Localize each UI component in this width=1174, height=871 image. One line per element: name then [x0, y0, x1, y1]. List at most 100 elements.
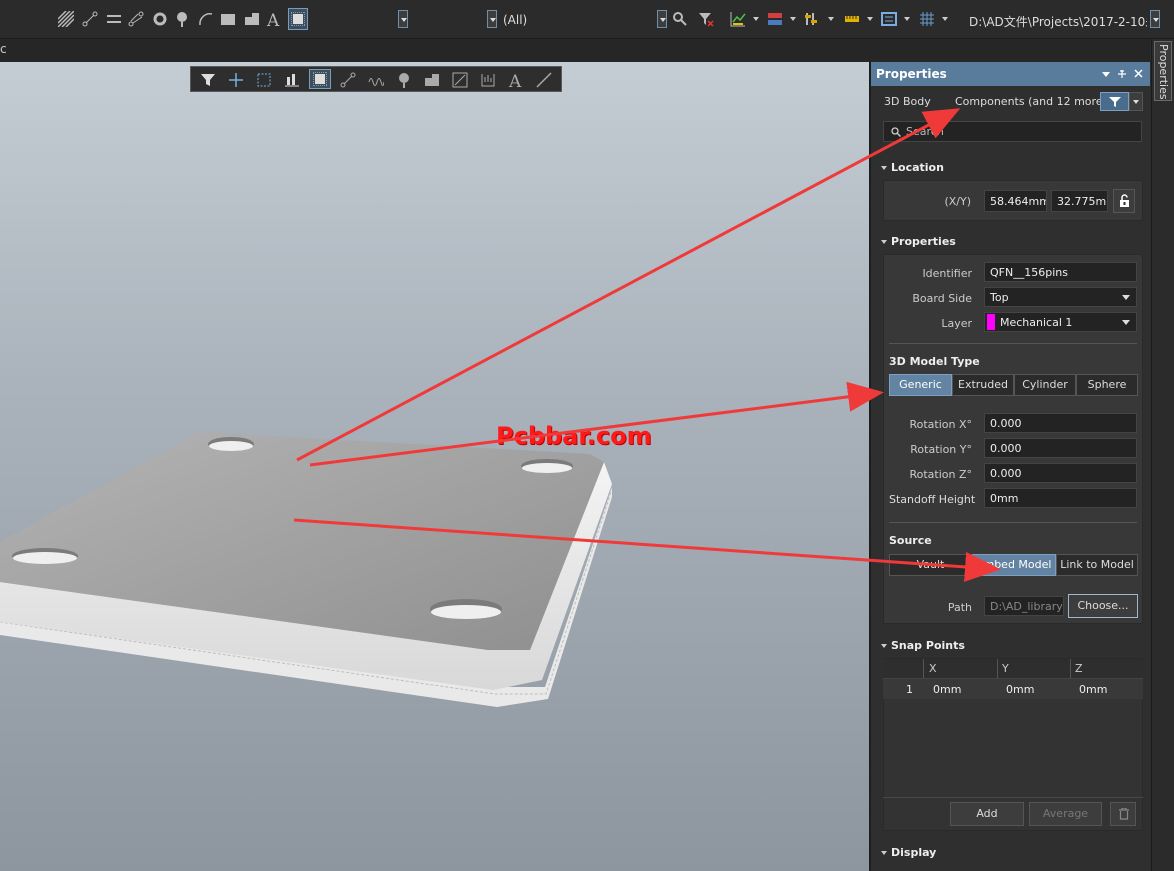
model-type-sphere[interactable]: Sphere [1076, 374, 1138, 396]
measure-icon[interactable] [844, 11, 860, 27]
measure-caret[interactable] [867, 17, 873, 21]
grid-caret[interactable] [942, 17, 948, 21]
properties-section-header[interactable]: Properties [881, 235, 956, 248]
diff-pair-icon[interactable] [128, 11, 144, 27]
filter-dropdown[interactable] [487, 10, 497, 28]
table-row[interactable]: 1 0mm 0mm 0mm [883, 679, 1143, 699]
model-type-header: 3D Model Type [889, 355, 980, 368]
clear-filter-icon[interactable] [698, 11, 714, 27]
text-icon[interactable]: A [266, 11, 282, 27]
select-rect-icon[interactable] [256, 72, 272, 88]
search-input[interactable]: Search [883, 121, 1142, 142]
row-index: 1 [906, 683, 913, 696]
grid-icon[interactable] [919, 11, 935, 27]
object-kind-label: 3D Body [884, 95, 931, 108]
column-z: Z [1075, 662, 1083, 675]
component-tool-button[interactable] [309, 69, 331, 89]
rotation-z-label: Rotation Z° [909, 468, 972, 481]
line-icon[interactable] [536, 72, 552, 88]
identifier-label: Identifier [922, 267, 972, 280]
lock-button[interactable] [1113, 189, 1135, 213]
path-label: Path [947, 601, 972, 614]
chart-caret[interactable] [753, 17, 759, 21]
polygon-icon[interactable] [424, 72, 440, 88]
fill-icon[interactable] [220, 11, 236, 27]
place-caret[interactable] [790, 17, 796, 21]
model-type-extruded[interactable]: Extruded [952, 374, 1014, 396]
bus-icon[interactable] [106, 11, 122, 27]
identifier-input[interactable]: QFN__156pins [984, 262, 1137, 282]
route-icon[interactable] [82, 11, 98, 27]
dimension-icon[interactable] [480, 72, 496, 88]
path-dropdown[interactable] [1150, 10, 1160, 28]
row-x: 0mm [933, 683, 962, 696]
properties-header-text: Properties [891, 235, 956, 248]
trash-icon [1119, 808, 1129, 820]
room-icon[interactable] [881, 11, 897, 27]
polygon-icon[interactable] [244, 11, 260, 27]
pin-icon[interactable] [1117, 69, 1127, 79]
align-icon[interactable] [804, 11, 820, 27]
filter-icon [1109, 97, 1121, 107]
model-type-cylinder[interactable]: Cylinder [1014, 374, 1076, 396]
top-toolbar: A (All) D:\AD文件\Projects\2017-2-10未 [0, 0, 1174, 39]
side-panel-tabs: Properties [1151, 39, 1174, 871]
arc-icon[interactable] [198, 11, 214, 27]
align-caret[interactable] [828, 17, 834, 21]
source-header: Source [889, 534, 932, 547]
board-side-value: Top [990, 291, 1009, 304]
snap-points-header-row: X Y Z [883, 659, 1143, 679]
location-x-input[interactable]: 58.464mm [984, 190, 1047, 212]
rotation-y-input[interactable]: 0.000 [984, 438, 1137, 458]
display-section-header[interactable]: Display [881, 846, 936, 859]
crosshair-icon[interactable] [228, 72, 244, 88]
location-section-header[interactable]: Location [881, 161, 944, 174]
source-embed-model[interactable]: Embed Model [972, 554, 1056, 576]
standoff-input[interactable]: 0mm [984, 488, 1137, 508]
layer-dropdown[interactable] [398, 10, 408, 28]
panel-menu-icon[interactable] [1102, 70, 1110, 78]
via-icon[interactable] [396, 72, 412, 88]
location-header-text: Location [891, 161, 944, 174]
filter-button[interactable] [1100, 92, 1129, 111]
model-path-input[interactable]: D:\AD_library\ [984, 596, 1064, 616]
delete-button[interactable] [1110, 802, 1136, 826]
rotation-z-input[interactable]: 0.000 [984, 463, 1137, 483]
route-icon[interactable] [340, 72, 356, 88]
tune-length-icon[interactable] [368, 72, 384, 88]
board-side-select[interactable]: Top [984, 287, 1137, 307]
choose-button[interactable]: Choose... [1068, 594, 1138, 618]
layer-select[interactable]: Mechanical 1 [984, 312, 1137, 332]
align-bottom-icon[interactable] [284, 72, 300, 88]
unlock-icon [1120, 194, 1129, 207]
region-icon[interactable] [452, 72, 468, 88]
filter-icon[interactable] [200, 72, 216, 88]
zoom-select-icon[interactable] [672, 11, 688, 27]
3d-viewport[interactable] [0, 62, 869, 871]
filter-combo-dropdown[interactable] [657, 10, 667, 28]
via-icon[interactable] [174, 11, 190, 27]
filter-scope-label[interactable]: Components (and 12 more) [955, 95, 1107, 108]
place-icon[interactable] [767, 11, 783, 27]
add-button[interactable]: Add [950, 802, 1024, 826]
chart-icon[interactable] [730, 11, 746, 27]
pad-icon[interactable] [152, 11, 168, 27]
component-button[interactable] [288, 8, 308, 30]
rotation-x-input[interactable]: 0.000 [984, 413, 1137, 433]
filter-dropdown[interactable] [1129, 92, 1143, 111]
text-icon[interactable]: A [508, 72, 524, 88]
room-caret[interactable] [904, 17, 910, 21]
model-type-generic[interactable]: Generic [889, 374, 952, 396]
source-vault[interactable]: Vault [889, 554, 972, 576]
hatch-icon[interactable] [58, 11, 74, 27]
close-icon[interactable] [1134, 69, 1143, 78]
location-y-input[interactable]: 32.775mm [1051, 190, 1108, 212]
layer-label: Layer [941, 317, 972, 330]
snap-points-section-header[interactable]: Snap Points [881, 639, 965, 652]
source-link-to-model[interactable]: Link to Model [1056, 554, 1138, 576]
average-button[interactable]: Average [1029, 802, 1102, 826]
viewport-toolbar: A [190, 66, 562, 92]
properties-side-tab[interactable]: Properties [1154, 41, 1172, 101]
rotation-y-label: Rotation Y° [910, 443, 972, 456]
document-tab[interactable]: c [0, 42, 7, 56]
